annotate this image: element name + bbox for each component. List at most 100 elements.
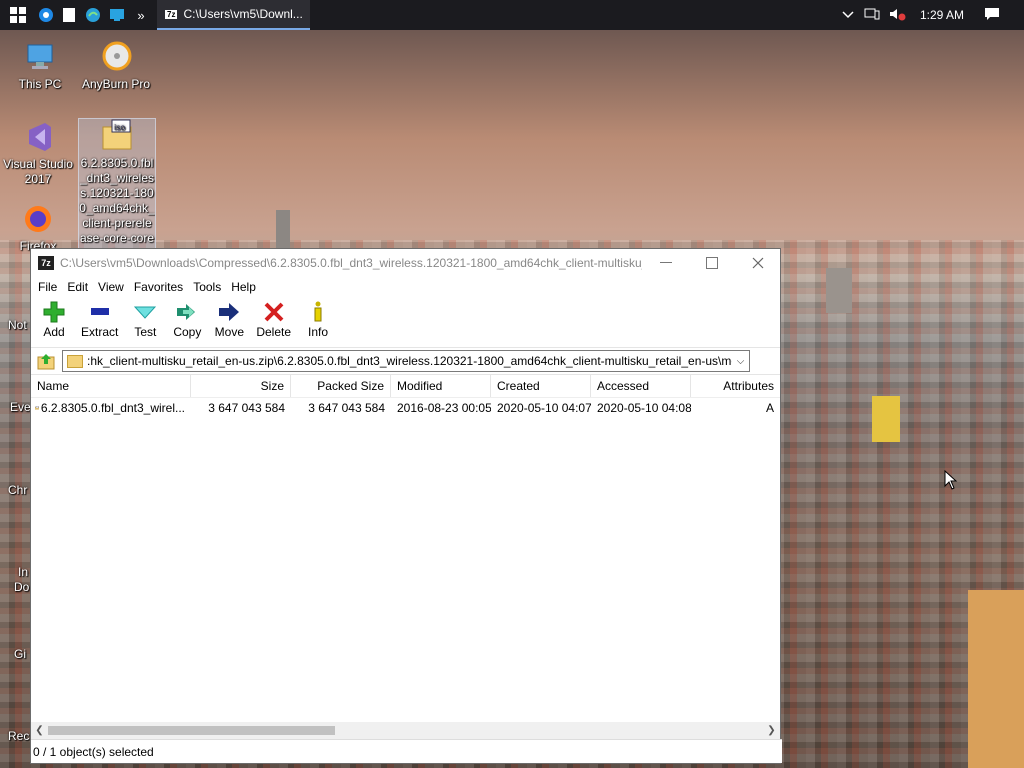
cell-modified: 2016-08-23 00:05 [397, 401, 491, 415]
chevron-down-icon[interactable]: ⌵ [732, 351, 749, 371]
start-button[interactable] [6, 0, 30, 30]
menu-view[interactable]: View [93, 280, 129, 294]
menu-tools[interactable]: Tools [188, 280, 226, 294]
info-icon [314, 301, 322, 322]
maximize-icon [706, 257, 718, 269]
folder-icon [67, 354, 83, 368]
title-bar[interactable]: 7z C:\Users\vm5\Downloads\Compressed\6.2… [31, 249, 780, 277]
cell-accessed: 2020-05-10 04:08 [597, 401, 691, 415]
mouse-cursor-icon [944, 470, 958, 490]
up-folder-button[interactable] [35, 350, 57, 372]
taskbar-7zip-window[interactable]: 7z C:\Users\vm5\Downl... [157, 0, 310, 30]
iso-file-icon: iso [100, 119, 134, 153]
document-icon [63, 8, 75, 22]
edge-icon [86, 8, 100, 22]
column-name[interactable]: Name [31, 375, 191, 397]
desktop-partial-label: Not [8, 318, 27, 332]
close-icon [752, 257, 764, 269]
desktop-icon-this-pc[interactable]: This PC [2, 40, 78, 92]
file-taskbar-button[interactable] [57, 0, 81, 30]
firefox-icon [21, 202, 55, 236]
desktop-icon-anyburn[interactable]: AnyBurn Pro [78, 40, 154, 92]
taskbar: » 7z C:\Users\vm5\Downl... 1:29 AM [0, 0, 1024, 30]
test-label: Test [134, 325, 157, 339]
arrow-right-icon [219, 303, 240, 321]
column-created[interactable]: Created [491, 375, 591, 397]
file-list-header: Name Size Packed Size Modified Created A… [31, 375, 780, 398]
status-bar: 0 / 1 object(s) selected [31, 739, 782, 763]
7zip-file-manager-window: 7z C:\Users\vm5\Downloads\Compressed\6.2… [30, 248, 782, 764]
delete-button[interactable]: Delete [250, 297, 297, 339]
scroll-left-icon[interactable]: ❮ [31, 722, 48, 739]
svg-text:iso: iso [114, 123, 125, 132]
visual-studio-icon [21, 120, 55, 154]
wallpaper-building [872, 396, 900, 442]
menu-file[interactable]: File [33, 280, 62, 294]
chrome-taskbar-button[interactable] [34, 0, 58, 30]
copy-button[interactable]: Copy [166, 297, 208, 339]
cell-attributes: A [765, 401, 774, 415]
taskbar-overflow-chevron-icon[interactable]: » [129, 0, 153, 30]
x-icon [264, 302, 284, 322]
move-label: Move [214, 325, 245, 339]
info-label: Info [308, 325, 329, 339]
clock[interactable]: 1:29 AM [920, 8, 964, 22]
move-button[interactable]: Move [208, 297, 250, 339]
close-button[interactable] [735, 249, 781, 277]
test-button[interactable]: Test [124, 297, 166, 339]
desktop-icon-firefox[interactable]: Firefox [0, 202, 76, 254]
menu-bar: File Edit View Favorites Tools Help [31, 277, 780, 297]
desktop-icon-label: This PC [18, 77, 62, 91]
horizontal-scrollbar[interactable]: ❮ ❯ [31, 722, 780, 739]
edge-taskbar-button[interactable] [81, 0, 105, 30]
desktop-icon-label: Visual Studio 2017 [3, 157, 73, 186]
menu-help[interactable]: Help [226, 280, 261, 294]
network-icon[interactable] [864, 7, 880, 24]
path-input[interactable]: :hk_client-multisku_retail_en-us.zip\6.2… [62, 350, 750, 372]
wallpaper-building [968, 590, 1024, 768]
double-arrow-icon [177, 304, 196, 320]
maximize-button[interactable] [689, 249, 735, 277]
disc-icon [99, 40, 133, 74]
column-size[interactable]: Size [191, 375, 291, 397]
scroll-right-icon[interactable]: ❯ [763, 722, 780, 739]
info-button[interactable]: Info [297, 297, 339, 339]
desktop-partial-label: Do [14, 580, 30, 594]
volume-muted-icon[interactable] [888, 7, 906, 24]
column-modified[interactable]: Modified [391, 375, 491, 397]
desktop-icon-label: 6.2.8305.0.fbl_dnt3_wireless.120321-1800… [79, 156, 155, 249]
computer-icon [23, 40, 57, 74]
minimize-button[interactable] [643, 249, 689, 277]
path-text: :hk_client-multisku_retail_en-us.zip\6.2… [87, 354, 737, 368]
wallpaper-tower [826, 268, 852, 313]
column-attributes[interactable]: Attributes [691, 375, 780, 397]
column-packed-size[interactable]: Packed Size [291, 375, 391, 397]
table-row[interactable]: 6.2.8305.0.fbl_dnt3_wirel... 3 647 043 5… [31, 398, 780, 418]
minus-icon [90, 308, 109, 315]
menu-edit[interactable]: Edit [62, 280, 93, 294]
desktop-partial-label: Eve [10, 400, 31, 414]
desktop-partial-label: Rec [8, 729, 30, 743]
extract-label: Extract [81, 325, 119, 339]
remote-desktop-taskbar-button[interactable] [105, 0, 129, 30]
add-button[interactable]: Add [33, 297, 75, 339]
chevron-up-icon[interactable] [842, 8, 854, 22]
iso-file-icon [35, 406, 39, 410]
minimize-icon [660, 262, 672, 263]
scrollbar-thumb[interactable] [48, 726, 335, 735]
check-icon [134, 306, 157, 319]
file-name: 6.2.8305.0.fbl_dnt3_wirel... [40, 401, 185, 415]
desktop-partial-label: In [18, 565, 29, 579]
extract-button[interactable]: Extract [75, 297, 124, 339]
cell-packed-size: 3 647 043 584 [308, 401, 385, 415]
desktop-icon-iso-file[interactable]: iso 6.2.8305.0.fbl_dnt3_wireless.120321-… [78, 118, 156, 250]
desktop-partial-label: Gi [14, 647, 26, 661]
notification-icon[interactable] [984, 7, 1000, 24]
desktop-partial-label: Chr [8, 483, 28, 497]
column-accessed[interactable]: Accessed [591, 375, 691, 397]
windows-logo-icon [10, 7, 26, 23]
menu-favorites[interactable]: Favorites [129, 280, 188, 294]
toolbar: Add Extract Test Copy Move Delete Info [31, 297, 780, 348]
plus-icon [43, 301, 65, 323]
desktop-icon-visual-studio[interactable]: Visual Studio 2017 [0, 120, 76, 187]
